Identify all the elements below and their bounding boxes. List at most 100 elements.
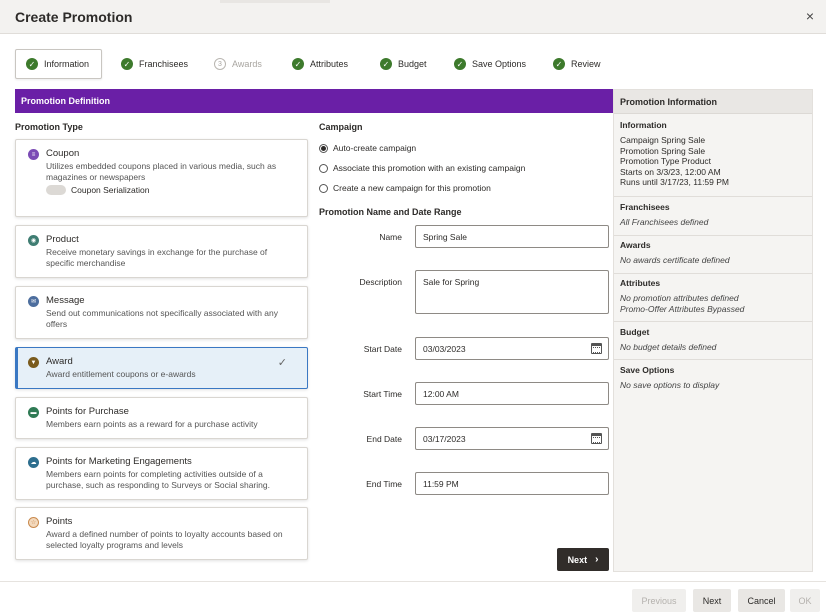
radio-new-campaign[interactable]: Create a new campaign for this promotion bbox=[319, 183, 491, 193]
promotion-type-points-marketing[interactable]: ☁ Points for Marketing Engagements Membe… bbox=[15, 447, 308, 500]
promotion-type-message[interactable]: ✉ Message Send out communications not sp… bbox=[15, 286, 308, 339]
info-line: Runs until 3/17/23, 11:59 PM bbox=[620, 177, 729, 187]
radio-label: Associate this promotion with an existin… bbox=[333, 163, 526, 173]
promotion-type-title: Coupon bbox=[46, 148, 80, 159]
product-icon: ◉ bbox=[28, 235, 39, 246]
info-section-title: Budget bbox=[620, 327, 650, 337]
promotion-type-points[interactable]: ☆ Points Award a defined number of point… bbox=[15, 507, 308, 560]
promotion-type-coupon[interactable]: ≡ Coupon Utilizes embedded coupons place… bbox=[15, 139, 308, 217]
message-icon: ✉ bbox=[28, 296, 39, 307]
info-section-title: Attributes bbox=[620, 278, 661, 288]
promotion-type-desc: Utilizes embedded coupons placed in vari… bbox=[46, 161, 277, 182]
train-step-franchisees[interactable]: ✓ Franchisees bbox=[121, 49, 188, 79]
check-circle-icon: ✓ bbox=[292, 58, 304, 70]
info-section-title: Awards bbox=[620, 240, 651, 250]
promotion-type-product[interactable]: ◉ Product Receive monetary savings in ex… bbox=[15, 225, 308, 278]
promotion-type-title: Points bbox=[46, 516, 73, 527]
promotion-type-award[interactable]: ▼ Award Award entitlement coupons or e-a… bbox=[15, 347, 308, 389]
promotion-definition-header: Promotion Definition bbox=[15, 89, 613, 113]
radio-existing-campaign[interactable]: Associate this promotion with an existin… bbox=[319, 163, 525, 173]
next-button[interactable]: Next bbox=[693, 589, 731, 612]
check-circle-icon: ✓ bbox=[380, 58, 392, 70]
end-date-value: 03/17/2023 bbox=[423, 434, 466, 444]
name-label: Name bbox=[379, 232, 402, 242]
calendar-icon[interactable] bbox=[591, 343, 602, 354]
cancel-button[interactable]: Cancel bbox=[738, 589, 785, 612]
start-date-input[interactable]: 03/03/2023 bbox=[415, 337, 609, 360]
train-step-awards: 3 Awards bbox=[214, 49, 262, 79]
selected-check-icon: ✓ bbox=[277, 357, 287, 369]
info-line: Starts on 3/3/23, 12:00 AM bbox=[620, 166, 721, 177]
dialog-footer: Previous Next Cancel OK bbox=[0, 581, 826, 614]
check-circle-icon: ✓ bbox=[553, 58, 565, 70]
radio-auto-create-campaign[interactable]: Auto-create campaign bbox=[319, 143, 416, 153]
points-icon: ☆ bbox=[28, 517, 39, 528]
previous-button[interactable]: Previous bbox=[632, 589, 686, 612]
info-section-title: Save Options bbox=[620, 365, 675, 375]
end-date-label: End Date bbox=[366, 434, 402, 444]
description-label: Description bbox=[359, 277, 402, 287]
info-section-franchisees: Franchisees All Franchisees defined bbox=[614, 202, 812, 236]
start-date-value: 03/03/2023 bbox=[423, 344, 466, 354]
wizard-train: ✓ Information ✓ Franchisees 3 Awards ✓ A… bbox=[15, 49, 815, 79]
award-icon: ▼ bbox=[28, 357, 39, 368]
radio-selected-icon bbox=[319, 143, 328, 153]
info-line: Promotion Spring Sale bbox=[620, 145, 706, 156]
train-step-review[interactable]: ✓ Review bbox=[553, 49, 601, 79]
start-time-label: Start Time bbox=[363, 389, 402, 399]
radio-label: Auto-create campaign bbox=[333, 143, 417, 153]
info-text: Promo-Offer Attributes Bypassed bbox=[620, 303, 745, 314]
check-circle-icon: ✓ bbox=[454, 58, 466, 70]
check-circle-icon: ✓ bbox=[26, 58, 38, 70]
train-step-label: Franchisees bbox=[139, 59, 189, 69]
dialog-header: Create Promotion × bbox=[0, 0, 826, 34]
end-date-input[interactable]: 03/17/2023 bbox=[415, 427, 609, 450]
info-text: No promotion attributes defined bbox=[620, 293, 739, 303]
points-purchase-icon: ▬ bbox=[28, 407, 39, 418]
calendar-icon[interactable] bbox=[591, 433, 602, 444]
next-step-label: Next bbox=[567, 554, 588, 565]
promotion-information-panel: Promotion Information Information Campai… bbox=[613, 89, 813, 572]
description-textarea[interactable]: Sale for Spring bbox=[415, 270, 609, 314]
train-step-information[interactable]: ✓ Information bbox=[15, 49, 103, 79]
end-time-input[interactable]: 11:59 PM bbox=[415, 472, 609, 495]
train-step-label: Awards bbox=[232, 59, 262, 69]
promotion-type-title: Message bbox=[46, 295, 85, 306]
promotion-type-title: Points for Marketing Engagements bbox=[46, 456, 192, 467]
next-step-button[interactable]: Next › bbox=[557, 548, 609, 571]
ok-button[interactable]: OK bbox=[790, 589, 820, 612]
promotion-type-desc: Members earn points as a reward for a pu… bbox=[46, 419, 258, 429]
start-date-label: Start Date bbox=[363, 344, 402, 354]
coupon-icon: ≡ bbox=[28, 149, 39, 160]
promotion-type-points-for-purchase[interactable]: ▬ Points for Purchase Members earn point… bbox=[15, 397, 308, 439]
train-step-save-options[interactable]: ✓ Save Options bbox=[454, 49, 526, 79]
info-line: Promotion Type Product bbox=[620, 156, 712, 166]
info-text: No save options to display bbox=[620, 380, 720, 390]
promotion-type-title: Points for Purchase bbox=[46, 406, 129, 417]
info-section-save-options: Save Options No save options to display bbox=[614, 365, 812, 399]
coupon-serialization-label: Coupon Serialization bbox=[71, 185, 150, 195]
train-step-attributes[interactable]: ✓ Attributes bbox=[292, 49, 348, 79]
train-step-label: Review bbox=[571, 59, 601, 69]
name-input[interactable]: Spring Sale bbox=[415, 225, 609, 248]
promotion-type-desc: Award entitlement coupons or e-awards bbox=[46, 369, 196, 379]
points-engagement-icon: ☁ bbox=[28, 457, 39, 468]
header-tab-indicator bbox=[220, 0, 330, 3]
promotion-type-desc: Members earn points for completing activ… bbox=[46, 469, 270, 490]
info-section-title: Information bbox=[620, 120, 667, 130]
end-time-label: End Time bbox=[366, 479, 402, 489]
info-section-budget: Budget No budget details defined bbox=[614, 327, 812, 360]
train-step-label: Attributes bbox=[310, 59, 349, 69]
coupon-serialization-toggle[interactable] bbox=[46, 185, 66, 195]
radio-label: Create a new campaign for this promotion bbox=[333, 183, 491, 193]
promotion-type-title: Award bbox=[46, 356, 73, 367]
name-date-label: Promotion Name and Date Range bbox=[319, 207, 462, 217]
info-section-title: Franchisees bbox=[620, 202, 670, 212]
info-text: No awards certificate defined bbox=[620, 255, 730, 265]
train-step-label: Information bbox=[44, 59, 90, 69]
campaign-label: Campaign bbox=[319, 122, 363, 132]
chevron-right-icon: › bbox=[595, 554, 599, 565]
close-icon[interactable]: × bbox=[806, 8, 814, 24]
train-step-budget[interactable]: ✓ Budget bbox=[380, 49, 427, 79]
start-time-input[interactable]: 12:00 AM bbox=[415, 382, 609, 405]
